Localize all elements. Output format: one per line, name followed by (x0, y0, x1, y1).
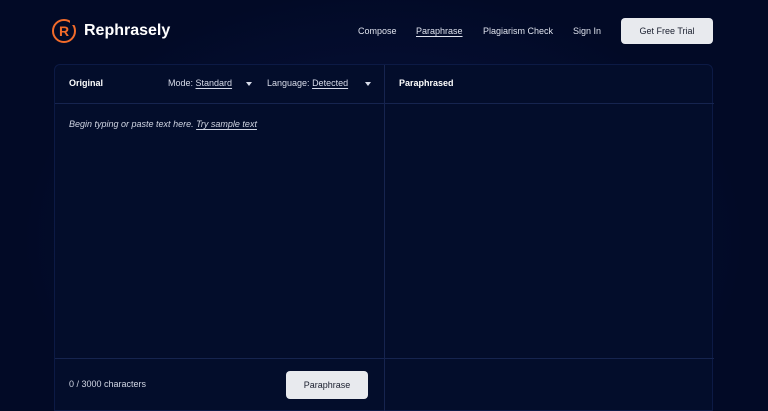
language-selector[interactable]: Language: Detected (267, 78, 348, 88)
nav-plagiarism-check[interactable]: Plagiarism Check (483, 26, 553, 36)
try-sample-text-link[interactable]: Try sample text (196, 119, 257, 129)
input-placeholder: Begin typing or paste text here. (69, 119, 194, 129)
nav-paraphrase[interactable]: Paraphrase (416, 26, 463, 36)
mode-label: Mode: (168, 78, 194, 88)
footer-divider (55, 358, 714, 359)
mode-value: Standard (195, 78, 233, 88)
paraphrased-column-title: Paraphrased (399, 78, 454, 88)
nav-compose[interactable]: Compose (358, 26, 397, 36)
get-free-trial-button[interactable]: Get Free Trial (621, 18, 713, 44)
header-divider (55, 103, 714, 104)
language-label: Language: (267, 78, 310, 88)
language-value: Detected (312, 78, 349, 88)
original-text-input[interactable]: Begin typing or paste text here. Try sam… (69, 119, 257, 129)
character-count: 0 / 3000 characters (69, 379, 147, 389)
language-chevron-down-icon[interactable] (365, 82, 371, 86)
nav-sign-in[interactable]: Sign In (573, 26, 601, 36)
paraphrase-panel: Original Mode: Standard Language: Detect… (54, 64, 714, 411)
column-divider (384, 65, 385, 411)
get-free-trial-label: Get Free Trial (639, 26, 695, 36)
mode-chevron-down-icon[interactable] (246, 82, 252, 86)
top-nav-bar: R Rephrasely Compose Paraphrase Plagiari… (0, 0, 768, 64)
paraphrase-button-label: Paraphrase (303, 380, 351, 390)
mode-selector[interactable]: Mode: Standard (168, 78, 232, 88)
original-column-title: Original (69, 78, 104, 88)
paraphrase-button[interactable]: Paraphrase (286, 371, 368, 399)
